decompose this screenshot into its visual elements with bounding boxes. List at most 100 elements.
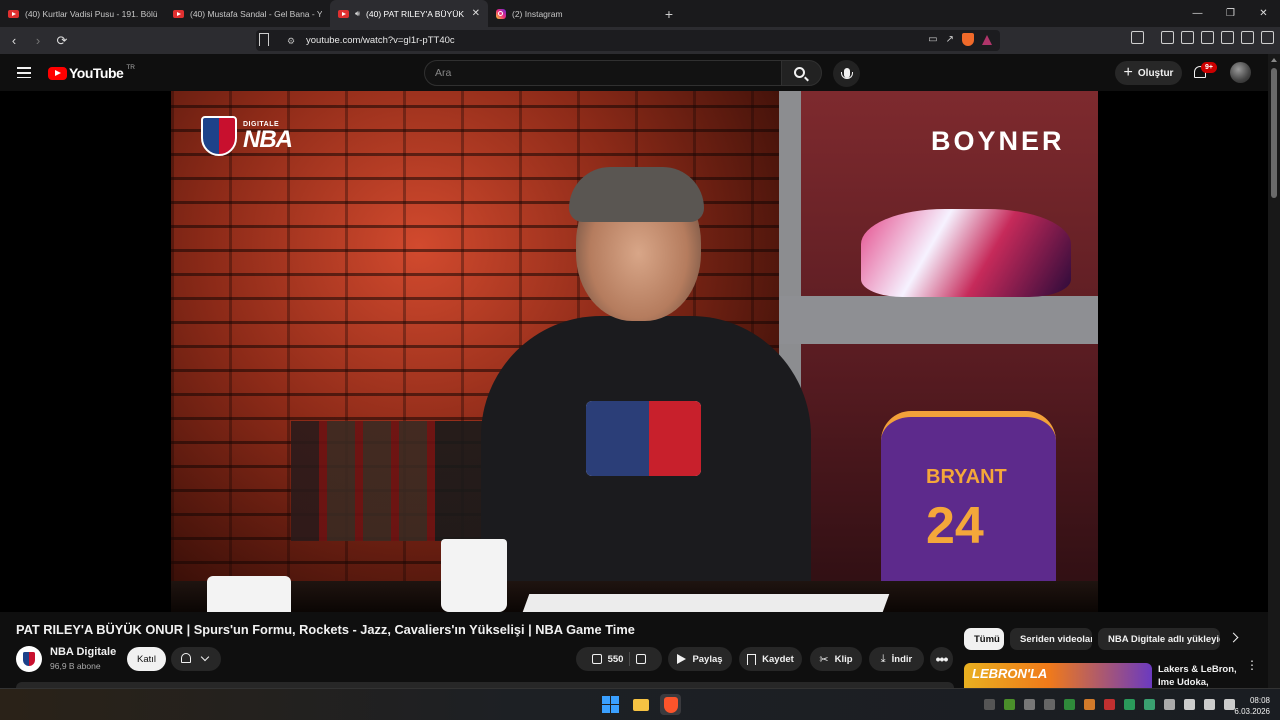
browser-tab[interactable]: (40) Mustafa Sandal - Gel Bana - You (165, 0, 330, 27)
sweatshirt-logo (586, 401, 701, 476)
minimize-button[interactable]: — (1181, 0, 1214, 27)
nba-mug (441, 539, 507, 612)
country-code: TR (126, 63, 135, 71)
youtube-logo[interactable]: YouTube TR (48, 63, 135, 81)
share-icon (677, 654, 687, 664)
nba-digitale-overlay-logo: DIGITALE NBA (201, 116, 293, 156)
site-settings-icon[interactable]: ⚙ (287, 36, 295, 47)
page-scrollbar[interactable] (1268, 54, 1280, 688)
create-button[interactable]: + Oluştur (1115, 61, 1182, 85)
join-button[interactable]: Katıl (127, 647, 166, 671)
close-tab-icon[interactable]: ✕ (472, 8, 480, 19)
plus-icon: + (1123, 64, 1133, 81)
menu-icon[interactable] (1261, 31, 1274, 44)
thumbs-up-icon[interactable] (591, 654, 602, 664)
scissors-icon: ✂ (819, 653, 829, 666)
nba-shield-icon (201, 116, 237, 156)
channel-avatar[interactable] (16, 646, 42, 672)
sidebar-icon[interactable] (1181, 31, 1194, 44)
like-count[interactable]: 550 (608, 654, 624, 665)
chevron-right-icon[interactable] (1228, 632, 1239, 643)
search-button[interactable] (781, 60, 822, 86)
taskbar-clock[interactable]: 08:08 6.03.2026 (1232, 695, 1270, 717)
save-button[interactable]: Kaydet (739, 647, 802, 671)
thumbs-down-icon[interactable] (636, 654, 647, 664)
tray-app-icon[interactable] (1144, 699, 1155, 710)
more-actions-button[interactable]: ••• (930, 647, 953, 671)
speaker-icon[interactable]: 🔊︎ (355, 9, 360, 19)
brave-shields-icon[interactable] (962, 33, 974, 46)
download-button[interactable]: ⤓ İndir (869, 647, 924, 671)
tab-title: (2) Instagram (512, 8, 563, 19)
hamburger-menu-icon[interactable] (17, 67, 31, 79)
tray-app-icon[interactable] (1084, 699, 1095, 710)
network-icon[interactable] (1184, 699, 1195, 710)
tray-app-icon[interactable] (1124, 699, 1135, 710)
share-button[interactable]: Paylaş (668, 647, 732, 671)
video-frame[interactable]: BRYANT 24 DIGITALE NBA BOYNER (171, 91, 1098, 612)
chip-uploader[interactable]: NBA Digitale adlı yükleyici (1098, 628, 1220, 650)
new-tab-button[interactable]: + (659, 6, 679, 22)
search-input[interactable] (435, 67, 755, 79)
windows-logo-icon (602, 696, 619, 713)
clip-button[interactable]: ✂ Klip (810, 647, 862, 671)
chip-all[interactable]: Tümü (964, 628, 1004, 650)
bookmark-icon[interactable] (259, 33, 269, 46)
youtube-icon (338, 9, 349, 18)
tray-app-icon[interactable] (1044, 699, 1055, 710)
shelf-board (779, 296, 1098, 344)
tray-app-icon[interactable] (984, 699, 995, 710)
start-button[interactable] (600, 694, 621, 715)
restore-button[interactable]: ❐ (1214, 0, 1247, 27)
subscriber-count: 96,9 B abone (50, 661, 101, 671)
instagram-icon (496, 8, 506, 19)
tray-app-icon[interactable] (1064, 699, 1075, 710)
clock-date: 6.03.2026 (1234, 707, 1270, 716)
forward-button[interactable]: › (28, 31, 48, 51)
screenshot-icon[interactable] (1131, 31, 1144, 44)
tray-app-icon[interactable] (1104, 699, 1115, 710)
download-icon: ⤓ (880, 652, 886, 665)
scroll-up-arrow-icon[interactable] (1271, 58, 1277, 62)
tray-app-icon[interactable] (1024, 699, 1035, 710)
back-button[interactable]: ‹ (4, 31, 24, 51)
sneakers-on-shelf (861, 209, 1071, 297)
subscription-notifications-button[interactable] (171, 647, 221, 671)
cast-icon[interactable]: ▭ (928, 34, 937, 45)
browser-tab-active[interactable]: 🔊︎ (40) PAT RILEY'A BÜYÜK ONUR ✕ (330, 0, 488, 27)
scrollbar-thumb[interactable] (1271, 68, 1277, 198)
volume-icon[interactable] (1204, 699, 1215, 710)
tab-title: (40) PAT RILEY'A BÜYÜK ONUR (366, 8, 466, 19)
video-title: PAT RILEY'A BÜYÜK ONUR | Spurs'un Formu,… (16, 622, 635, 637)
brave-browser-button[interactable] (660, 694, 681, 715)
address-bar[interactable]: ⚙ youtube.com/watch?v=gl1r-pTT40c ▭ ↗ (256, 30, 1000, 51)
browser-tab[interactable]: (40) Kurtlar Vadisi Pusu - 191. Bölüm (0, 0, 165, 27)
microphone-icon[interactable] (1164, 699, 1175, 710)
video-player[interactable]: BRYANT 24 DIGITALE NBA BOYNER (0, 91, 1268, 612)
jersey-number: 24 (926, 497, 984, 555)
close-window-button[interactable]: ✕ (1247, 0, 1280, 27)
account-avatar[interactable] (1230, 62, 1251, 83)
microphone-icon (840, 67, 853, 79)
chip-series[interactable]: Seriden videolar (1010, 628, 1092, 650)
file-explorer-button[interactable] (630, 694, 651, 715)
vpn-icon[interactable] (1241, 31, 1254, 44)
voice-search-button[interactable] (833, 60, 860, 87)
wallet-icon[interactable] (1201, 31, 1214, 44)
channel-name[interactable]: NBA Digitale (50, 646, 116, 658)
recommended-video-thumbnail[interactable]: LEBRON'LA (964, 663, 1152, 688)
brave-rewards-icon[interactable] (982, 34, 992, 45)
leo-ai-icon[interactable] (1221, 31, 1234, 44)
more-vert-icon[interactable]: ⋮ (1246, 659, 1258, 671)
tray-nvidia-icon[interactable] (1004, 699, 1015, 710)
share-page-icon[interactable]: ↗ (946, 34, 954, 45)
reload-button[interactable]: ⟳ (52, 31, 72, 51)
clock-time: 08:08 (1249, 696, 1270, 705)
media-icon[interactable] (1161, 31, 1174, 44)
notifications-badge: 9+ (1201, 62, 1217, 73)
url-text[interactable]: youtube.com/watch?v=gl1r-pTT40c (306, 35, 455, 46)
browser-tab[interactable]: (2) Instagram (488, 0, 653, 27)
background-speakers (291, 421, 491, 541)
search-icon (794, 66, 805, 78)
download-label: İndir (891, 653, 913, 665)
